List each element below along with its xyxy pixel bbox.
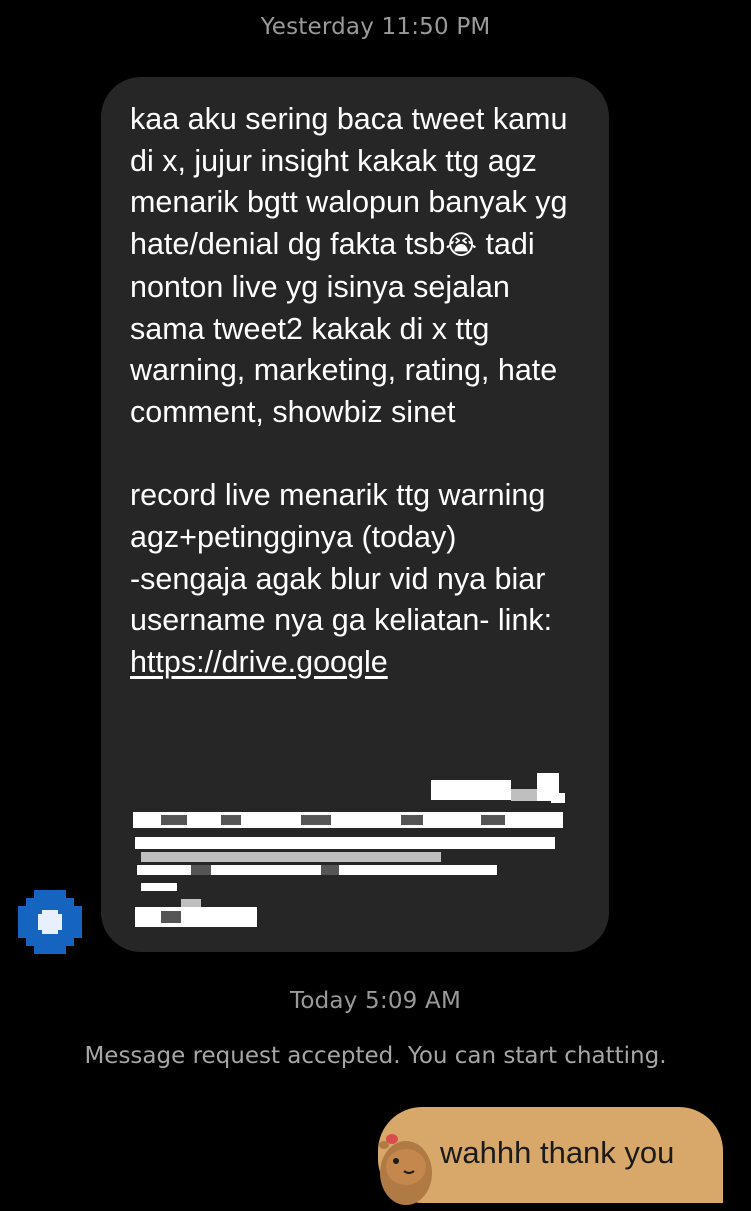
capybara-sticker-icon (376, 1127, 436, 1207)
outgoing-message-text: wahhh thank you (440, 1135, 675, 1170)
incoming-message-text: kaa aku sering baca tweet kamu di x, juj… (130, 99, 589, 684)
message-paragraph-2: record live menarik ttg warning agz+peti… (130, 478, 553, 638)
timestamp-yesterday: Yesterday 11:50 PM (260, 14, 491, 40)
outgoing-message-bubble[interactable]: wahhh thank you (378, 1107, 723, 1205)
timestamp-today: Today 5:09 AM (290, 988, 461, 1014)
drive-link[interactable]: https://drive.google (130, 645, 388, 679)
message-request-accepted-note: Message request accepted. You can start … (84, 1043, 667, 1069)
incoming-message-bubble[interactable]: kaa aku sering baca tweet kamu di x, juj… (101, 77, 609, 952)
crying-emoji-icon: 😭 (445, 230, 477, 262)
sender-avatar-icon[interactable] (18, 890, 82, 954)
